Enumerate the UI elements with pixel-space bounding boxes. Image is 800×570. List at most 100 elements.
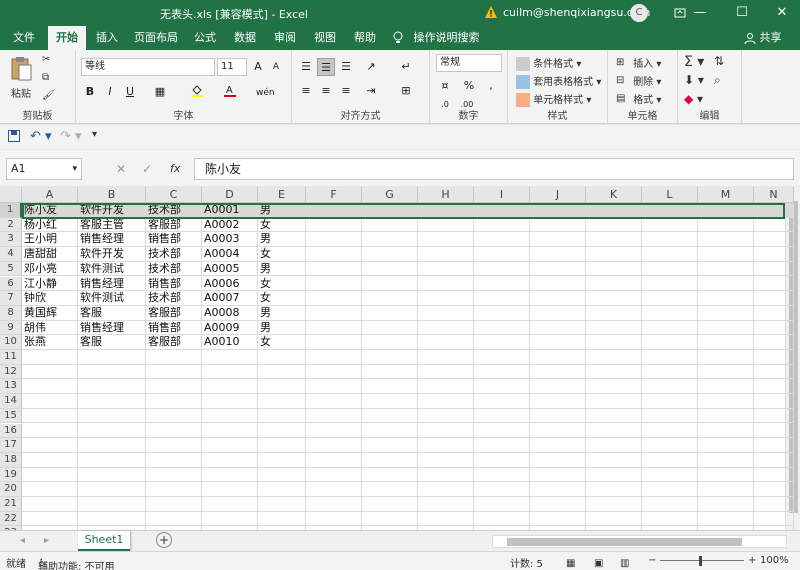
cell-d20[interactable] [202, 482, 258, 497]
cell-n13[interactable] [754, 379, 794, 395]
cell-a11[interactable] [22, 350, 78, 365]
cell-m2[interactable] [698, 217, 754, 233]
cell-a12[interactable] [22, 364, 78, 380]
row-header-7[interactable]: 7 [0, 291, 22, 306]
zoom-out-button[interactable]: − [648, 555, 656, 566]
cell-f7[interactable] [306, 291, 362, 306]
merge-center-button[interactable]: ⊞ [397, 82, 415, 100]
cell-b21[interactable] [78, 497, 146, 512]
tab-insert[interactable]: 插入 [90, 26, 124, 50]
cell-k21[interactable] [586, 497, 642, 512]
cell-l9[interactable] [642, 320, 698, 336]
cell-c7[interactable]: 技术部 [146, 291, 202, 306]
cell-j9[interactable] [530, 320, 586, 336]
cell-j7[interactable] [530, 291, 586, 306]
align-center-button[interactable]: ≡ [317, 82, 335, 100]
cell-n6[interactable] [754, 276, 794, 292]
cell-b13[interactable] [78, 379, 146, 395]
cell-j19[interactable] [530, 467, 586, 483]
cell-g10[interactable] [362, 335, 418, 350]
align-right-button[interactable]: ≡ [337, 82, 355, 100]
cell-n4[interactable] [754, 247, 794, 262]
cell-m4[interactable] [698, 247, 754, 262]
cell-m11[interactable] [698, 350, 754, 365]
cell-k6[interactable] [586, 276, 642, 292]
cell-h1[interactable] [418, 203, 474, 218]
cell-l18[interactable] [642, 452, 698, 468]
cell-c5[interactable]: 技术部 [146, 261, 202, 277]
cell-f15[interactable] [306, 408, 362, 424]
zoom-slider-thumb[interactable] [699, 556, 702, 566]
cell-j14[interactable] [530, 394, 586, 409]
cell-n16[interactable] [754, 423, 794, 439]
cell-f19[interactable] [306, 467, 362, 483]
cell-g22[interactable] [362, 511, 418, 527]
align-middle-button[interactable]: ☰ [317, 58, 335, 76]
save-button[interactable] [8, 130, 20, 145]
cell-i1[interactable] [474, 203, 530, 218]
cell-h20[interactable] [418, 482, 474, 497]
formula-input[interactable]: 陈小友 [194, 158, 794, 180]
row-header-2[interactable]: 2 [0, 217, 22, 233]
cell-k11[interactable] [586, 350, 642, 365]
cell-c1[interactable]: 技术部 [146, 203, 202, 218]
cell-b12[interactable] [78, 364, 146, 380]
cell-b10[interactable]: 客服 [78, 335, 146, 350]
tab-help[interactable]: 帮助 [348, 26, 382, 50]
currency-button[interactable]: ¤ [436, 77, 454, 95]
warning-icon[interactable] [484, 5, 498, 19]
cell-d22[interactable] [202, 511, 258, 527]
cell-b17[interactable] [78, 438, 146, 453]
cell-g3[interactable] [362, 232, 418, 248]
cell-l5[interactable] [642, 261, 698, 277]
cell-l16[interactable] [642, 423, 698, 439]
cell-l15[interactable] [642, 408, 698, 424]
cell-i13[interactable] [474, 379, 530, 395]
cell-j10[interactable] [530, 335, 586, 350]
cell-a15[interactable] [22, 408, 78, 424]
minimize-button[interactable]: — [680, 0, 720, 26]
cell-d4[interactable]: A0004 [202, 247, 258, 262]
cell-d11[interactable] [202, 350, 258, 365]
cell-e5[interactable]: 男 [258, 261, 306, 277]
cell-e6[interactable]: 女 [258, 276, 306, 292]
cell-c18[interactable] [146, 452, 202, 468]
cell-h13[interactable] [418, 379, 474, 395]
cell-i18[interactable] [474, 452, 530, 468]
clear-button[interactable]: ◆ ▾ [684, 92, 703, 106]
column-header-n[interactable]: N [754, 187, 794, 203]
next-sheet-button[interactable]: ▸ [44, 535, 49, 546]
cell-d18[interactable] [202, 452, 258, 468]
phonetic-button[interactable]: wén [256, 83, 275, 101]
paste-button[interactable]: 粘贴 [10, 56, 32, 100]
cell-a1[interactable]: 陈小友 [22, 203, 78, 218]
column-header-j[interactable]: J [530, 187, 586, 203]
cell-b19[interactable] [78, 467, 146, 483]
cell-n12[interactable] [754, 364, 794, 380]
cell-c10[interactable]: 客服部 [146, 335, 202, 350]
cell-c6[interactable]: 销售部 [146, 276, 202, 292]
cell-c9[interactable]: 销售部 [146, 320, 202, 336]
cell-d7[interactable]: A0007 [202, 291, 258, 306]
avatar[interactable]: C [630, 4, 648, 22]
cell-d16[interactable] [202, 423, 258, 439]
cell-d12[interactable] [202, 364, 258, 380]
cell-l20[interactable] [642, 482, 698, 497]
cell-l1[interactable] [642, 203, 698, 218]
cell-d3[interactable]: A0003 [202, 232, 258, 248]
cell-g4[interactable] [362, 247, 418, 262]
cell-i19[interactable] [474, 467, 530, 483]
cell-c22[interactable] [146, 511, 202, 527]
cell-m13[interactable] [698, 379, 754, 395]
name-box[interactable]: A1 ▾ [6, 158, 82, 180]
cell-m15[interactable] [698, 408, 754, 424]
cell-j22[interactable] [530, 511, 586, 527]
find-select-button[interactable]: ⌕ [714, 73, 721, 88]
cell-k14[interactable] [586, 394, 642, 409]
cell-k5[interactable] [586, 261, 642, 277]
cell-b6[interactable]: 销售经理 [78, 276, 146, 292]
column-header-b[interactable]: B [78, 187, 146, 203]
cell-f20[interactable] [306, 482, 362, 497]
align-top-button[interactable]: ☰ [297, 58, 315, 76]
cell-j2[interactable] [530, 217, 586, 233]
